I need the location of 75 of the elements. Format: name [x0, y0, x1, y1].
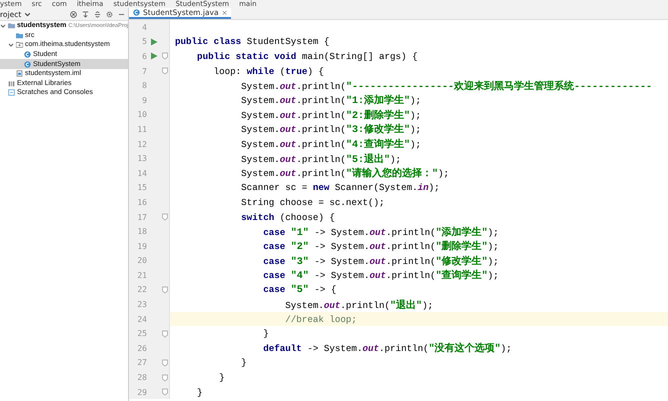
fold-icon[interactable] — [161, 358, 169, 367]
line-number: 17 — [136, 212, 147, 222]
class-icon — [24, 51, 31, 58]
code-line: } — [196, 386, 203, 398]
code-line: case "2" -> System.out.println("删除学生"); — [262, 240, 499, 254]
line-number: 27 — [136, 358, 147, 368]
code-line: System.out.println("2:删除学生"); — [240, 108, 421, 122]
fold-icon[interactable] — [161, 388, 169, 396]
line-number: 24 — [136, 314, 147, 324]
fold-icon[interactable] — [161, 52, 169, 60]
code-line: System.out.println("-----------------欢迎来到黑马学生管理系统------------- — [240, 79, 652, 93]
chevron-icon[interactable] — [0, 22, 6, 29]
code-line: case "4" -> System.out.println("查询学生"); — [262, 268, 499, 282]
class-icon — [133, 9, 140, 16]
code-line: case "3" -> System.out.println("修改学生"); — [262, 254, 499, 268]
code-line: case "1" -> System.out.println("添加学生"); — [262, 226, 499, 239]
class-icon — [24, 60, 31, 68]
code-line: //break loop; — [284, 314, 357, 325]
code-line: public static void main(String[] args) { — [196, 50, 418, 62]
fold-icon[interactable] — [161, 330, 169, 338]
code-line: } — [218, 372, 225, 384]
line-number: 18 — [136, 227, 147, 236]
library-icon — [8, 80, 15, 87]
fold-icon[interactable] — [161, 67, 169, 76]
code-line: loop: while (true) { — [212, 66, 324, 77]
expand-icon[interactable] — [94, 10, 101, 18]
line-number: 15 — [136, 183, 147, 192]
code-line: } — [240, 357, 247, 368]
code-line: default -> System.out.println("没有这个选项"); — [262, 341, 512, 356]
line-number: 8 — [141, 81, 147, 90]
package-icon — [16, 41, 23, 48]
line-number: 4 — [141, 22, 147, 32]
line-number: 6 — [141, 52, 147, 61]
code-line: System.out.println("5:退出"); — [240, 152, 401, 166]
settings-icon[interactable] — [106, 10, 113, 18]
line-number: 9 — [141, 96, 147, 105]
collapse-icon[interactable] — [82, 10, 89, 18]
fold-icon[interactable] — [161, 286, 169, 294]
code-line: System.out.println("退出"); — [284, 298, 434, 312]
chevron-icon[interactable] — [8, 42, 14, 48]
code-line: switch (choose) { — [240, 212, 335, 223]
line-number: 20 — [136, 256, 147, 266]
line-number: 26 — [136, 344, 147, 353]
line-number: 28 — [136, 373, 147, 382]
line-number: 22 — [136, 285, 147, 294]
line-number: 25 — [136, 329, 147, 338]
file-icon — [16, 70, 23, 78]
run-icon[interactable] — [150, 38, 158, 46]
fold-icon[interactable] — [161, 213, 169, 222]
code-line: System.out.println("请输入您的选择："); — [240, 166, 449, 180]
line-number: 29 — [136, 388, 147, 397]
code-line: System.out.println("1:添加学生"); — [240, 94, 421, 108]
line-number: 19 — [136, 242, 147, 251]
line-number: 5 — [141, 37, 147, 46]
code-line: System.out.println("4:查询学生"); — [240, 138, 421, 152]
code-line: } — [262, 328, 269, 340]
code-line: System.out.println("3:修改学生"); — [240, 122, 421, 136]
line-number: 12 — [136, 140, 147, 149]
code-line: Scanner sc = new Scanner(System.in); — [240, 182, 440, 194]
code-line: public class StudentSystem { — [174, 36, 330, 48]
dropdown-icon[interactable] — [24, 10, 32, 18]
code-line: String choose = sc.next(); — [240, 196, 385, 208]
target-icon[interactable] — [70, 10, 77, 18]
line-number: 7 — [141, 66, 147, 76]
line-number: 10 — [136, 110, 147, 120]
code-line: case "5" -> { — [262, 284, 336, 296]
line-number: 13 — [136, 154, 147, 164]
line-number: 16 — [136, 198, 147, 207]
line-number: 11 — [136, 124, 147, 134]
line-number: 14 — [136, 168, 147, 178]
run-icon[interactable] — [150, 52, 158, 60]
fold-icon[interactable] — [161, 374, 169, 382]
line-number: 23 — [136, 300, 147, 310]
line-number: 21 — [136, 270, 147, 280]
scratch-icon — [8, 89, 15, 96]
